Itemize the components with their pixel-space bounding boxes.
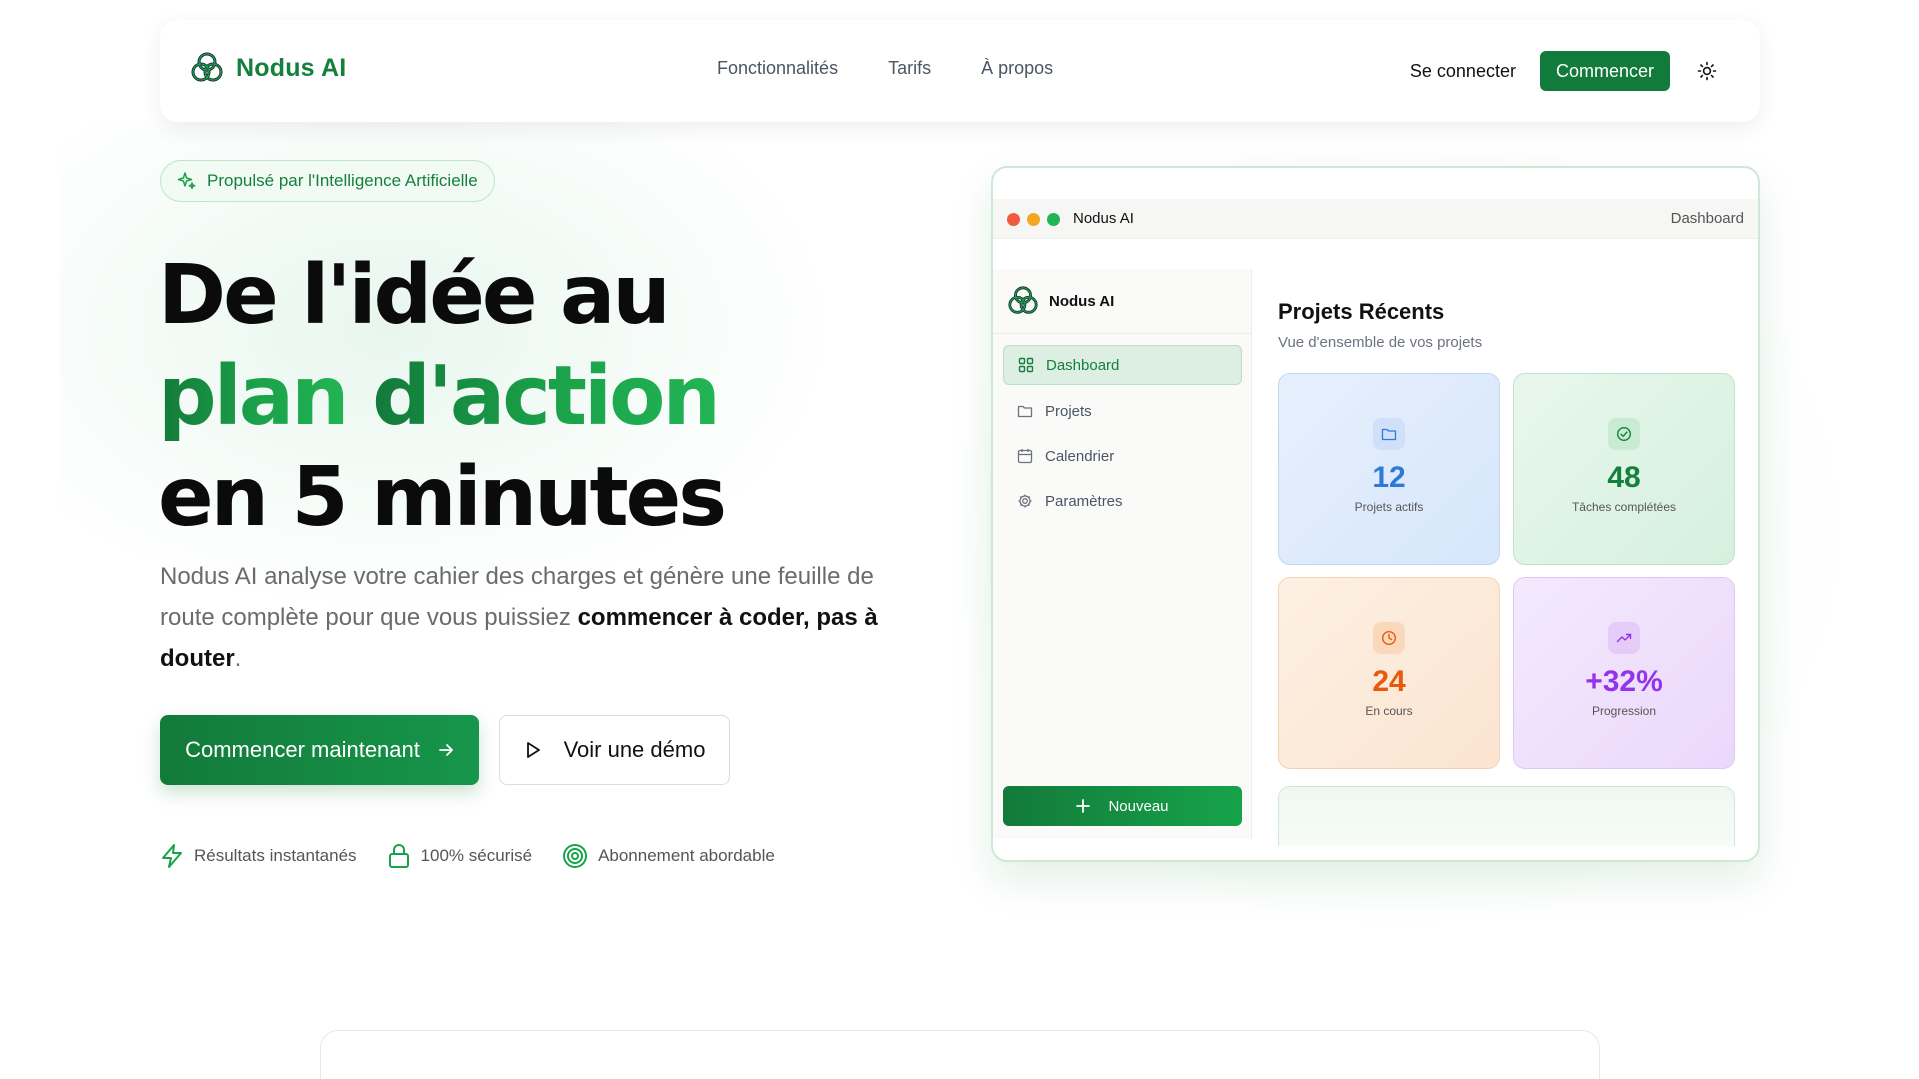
stat-value: 48 [1607, 461, 1641, 494]
headline-highlight-plan: plan [158, 349, 350, 444]
hero-subtitle: Nodus AI analyse votre cahier des charge… [160, 556, 880, 679]
stat-icon-wrap [1373, 622, 1405, 654]
mockup-sidebar: Nodus AI Dashboard Projets Calendrier Pa… [993, 269, 1252, 839]
window-tab-label: Dashboard [1670, 210, 1744, 227]
stat-label: Progression [1591, 704, 1657, 718]
window-maximize-dot [1047, 213, 1060, 226]
feature-affordable-label: Abonnement abordable [598, 846, 775, 865]
target-icon [563, 844, 588, 868]
ai-badge-text: Propulsé par l'Intelligence Artificielle [207, 171, 478, 190]
lightning-icon [162, 844, 182, 868]
subtitle-end: . [234, 645, 242, 672]
folder-icon [1381, 428, 1397, 441]
stat-card-completed-tasks[interactable]: 48 Tâches complétées [1513, 373, 1735, 565]
window-title-bar: Nodus AI Dashboard [993, 199, 1758, 239]
stat-card-in-progress[interactable]: 24 En cours [1278, 577, 1500, 769]
sidebar-item-parametres[interactable]: Paramètres [1003, 481, 1242, 521]
watch-demo-button[interactable]: Voir une démo [499, 715, 730, 785]
plus-icon [1076, 799, 1091, 813]
nav-link-tarifs[interactable]: Tarifs [888, 58, 931, 79]
calendar-icon [1017, 449, 1033, 464]
headline-line-1: De l'idée au [158, 248, 671, 343]
arrow-right-icon [438, 744, 453, 756]
gear-icon [1018, 494, 1032, 508]
project-preview-card [1278, 786, 1735, 846]
sidebar-brand-name: Nodus AI [1049, 292, 1115, 310]
next-section-card [320, 1030, 1600, 1079]
stat-label: En cours [1365, 704, 1413, 718]
sidebar-item-calendrier[interactable]: Calendrier [1003, 436, 1242, 476]
nav-link-a-propos[interactable]: À propos [981, 58, 1053, 79]
sidebar-item-label: Projets [1045, 402, 1092, 420]
grid-icon [1018, 357, 1034, 373]
start-button[interactable]: Commencer [1539, 51, 1670, 91]
brand-logo-link[interactable]: Nodus AI [190, 51, 346, 85]
new-project-button[interactable]: Nouveau [1003, 786, 1242, 826]
sidebar-item-label: Calendrier [1045, 447, 1115, 465]
nav-links: Fonctionnalités Tarifs À propos [717, 58, 1053, 79]
sun-icon [1697, 61, 1717, 81]
window-title: Nodus AI [1073, 210, 1134, 227]
lock-icon [388, 844, 409, 868]
nodus-knot-icon [1008, 286, 1038, 314]
window-close-dot [1007, 213, 1020, 226]
stat-label: Projets actifs [1354, 500, 1424, 514]
stat-card-progression[interactable]: +32% Progression [1513, 577, 1735, 769]
feature-secure-label: 100% sécurisé [420, 846, 533, 865]
sidebar-item-dashboard[interactable]: Dashboard [1003, 345, 1242, 385]
sidebar-item-projets[interactable]: Projets [1003, 391, 1242, 431]
window-minimize-dot [1027, 213, 1040, 226]
feature-instant-label: Résultats instantanés [194, 846, 357, 865]
stat-label: Tâches complétées [1571, 500, 1677, 514]
nodus-knot-icon [191, 52, 223, 82]
ai-powered-badge: Propulsé par l'Intelligence Artificielle [160, 160, 495, 202]
nav-actions: Se connecter Commencer [1410, 51, 1720, 91]
headline-line-3: en 5 minutes [158, 450, 727, 545]
watch-demo-label: Voir une démo [563, 737, 706, 762]
stat-value: 24 [1372, 665, 1406, 698]
theme-toggle-button[interactable] [1694, 58, 1720, 84]
folder-icon [1017, 405, 1033, 418]
sidebar-item-label: Dashboard [1046, 356, 1120, 374]
new-project-label: Nouveau [1108, 797, 1169, 815]
feature-highlights: Résultats instantanés 100% sécurisé Abon… [160, 843, 775, 869]
hero-headline: De l'idée au plan d'action en 5 minutes [158, 245, 727, 548]
top-navbar: Nodus AI Fonctionnalités Tarifs À propos… [160, 20, 1760, 122]
login-link[interactable]: Se connecter [1410, 61, 1516, 82]
stat-card-active-projects[interactable]: 12 Projets actifs [1278, 373, 1500, 565]
sidebar-item-label: Paramètres [1045, 492, 1123, 510]
sidebar-divider [993, 333, 1251, 334]
stat-icon-wrap [1608, 418, 1640, 450]
feature-instant-results: Résultats instantanés [160, 843, 357, 869]
trending-up-icon [1616, 633, 1632, 643]
start-now-label: Commencer maintenant [185, 737, 420, 762]
nav-link-fonctionnalites[interactable]: Fonctionnalités [717, 58, 838, 79]
stat-icon-wrap [1608, 622, 1640, 654]
feature-secure: 100% sécurisé [387, 843, 533, 869]
stat-value: +32% [1585, 665, 1663, 698]
play-icon [526, 742, 540, 758]
headline-highlight-action: d'action [372, 349, 721, 444]
start-now-button[interactable]: Commencer maintenant [160, 715, 479, 785]
clock-icon [1381, 630, 1397, 646]
brand-name: Nodus AI [236, 53, 347, 82]
recent-projects-title: Projets Récents [1278, 299, 1445, 324]
dashboard-mockup: Nodus AI Dashboard Nodus AI Dashboard Pr… [991, 166, 1760, 862]
stat-value: 12 [1372, 461, 1406, 494]
sparkles-icon [177, 172, 196, 190]
feature-affordable: Abonnement abordable [562, 843, 775, 869]
recent-projects-subtitle: Vue d'ensemble de vos projets [1278, 334, 1483, 351]
check-circle-icon [1616, 426, 1632, 442]
sidebar-brand: Nodus AI [1007, 285, 1114, 317]
stat-icon-wrap [1373, 418, 1405, 450]
